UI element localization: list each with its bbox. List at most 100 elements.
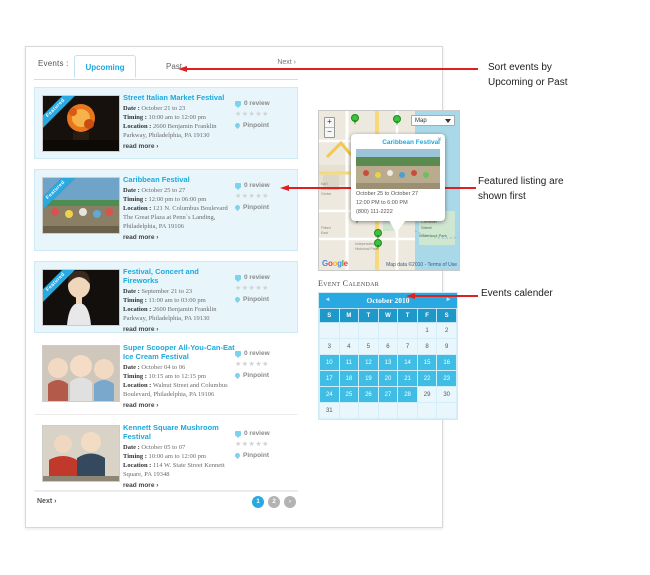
star-rating[interactable]: ★★★★★ <box>235 109 289 120</box>
star-rating[interactable]: ★★★★★ <box>235 359 289 370</box>
calendar-day-cell[interactable]: 25 <box>338 386 360 403</box>
event-thumbnail[interactable]: Featured <box>42 269 120 326</box>
calendar-empty-cell <box>358 402 379 419</box>
map-marker[interactable] <box>393 115 401 126</box>
review-count-label: 0 review <box>244 430 270 437</box>
event-title[interactable]: Street Italian Market Festival <box>123 93 235 102</box>
calendar-day-cell[interactable]: 18 <box>338 370 360 387</box>
event-title[interactable]: Festival, Concert and Fireworks <box>123 267 235 285</box>
page-button-1[interactable]: 1 <box>252 496 264 508</box>
map-zoom-control[interactable]: + − <box>324 117 335 138</box>
calendar-day-cell[interactable]: 20 <box>377 370 399 387</box>
page-next-button[interactable]: › <box>284 496 296 508</box>
next-link-bottom[interactable]: Next › <box>37 498 56 505</box>
calendar-day-cell[interactable]: 17 <box>319 370 340 387</box>
event-date-label: Date : <box>123 105 140 112</box>
calendar-day-cell[interactable]: 28 <box>397 386 418 403</box>
event-date-line: Date : October 21 to 23 <box>123 104 235 113</box>
calendar-day-cell[interactable]: 13 <box>377 354 399 371</box>
event-listing-row[interactable]: Featured Street Italian Market Festival … <box>34 87 298 159</box>
event-listing-row[interactable]: Super Scooper All-You-Can-Eat Ice Cream … <box>34 337 298 415</box>
pinpoint-row[interactable]: Pinpoint <box>233 294 289 305</box>
calendar-day-cell[interactable]: 21 <box>397 370 418 387</box>
info-window-time: 12:00 PM to 6:00 PM <box>356 200 408 206</box>
map-marker[interactable] <box>374 239 382 250</box>
review-count-row[interactable]: 0 review <box>235 348 289 359</box>
tab-upcoming[interactable]: Upcoming <box>74 55 136 78</box>
calendar-day-cell[interactable]: 26 <box>358 386 379 403</box>
event-listing-row[interactable]: Featured Festival, Concert and Fireworks… <box>34 261 298 333</box>
map-type-selector[interactable]: Map <box>411 115 455 126</box>
map-info-window[interactable]: ✕ Caribbean Festival October 25 to Octob… <box>351 134 445 233</box>
event-title[interactable]: Kennett Square Mushroom Festival <box>123 423 235 441</box>
event-location-line: Location : 2600 Benjamin Franklin Parkwa… <box>123 305 235 323</box>
calendar-day-cell[interactable]: 12 <box>358 354 379 371</box>
pinpoint-row[interactable]: Pinpoint <box>233 202 289 213</box>
calendar-day-cell[interactable]: 15 <box>416 354 438 371</box>
close-icon[interactable]: ✕ <box>437 136 442 143</box>
calendar-day-cell[interactable]: 14 <box>397 354 418 371</box>
calendar-day-cell[interactable]: 23 <box>436 370 457 387</box>
calendar-day-cell[interactable]: 2 <box>436 322 457 339</box>
calendar-day-cell[interactable]: 31 <box>319 402 340 419</box>
read-more-link[interactable]: read more › <box>123 482 235 489</box>
star-rating[interactable]: ★★★★★ <box>235 283 289 294</box>
event-info: Caribbean Festival Date : October 25 to … <box>123 175 235 241</box>
svg-text:East: East <box>321 231 328 235</box>
calendar-day-cell[interactable]: 19 <box>358 370 379 387</box>
calendar-day-cell[interactable]: 27 <box>377 386 399 403</box>
event-location-line: Location : 2600 Benjamin Franklin Parkwa… <box>123 122 235 140</box>
read-more-link[interactable]: read more › <box>123 143 235 150</box>
next-link-top[interactable]: Next › <box>277 59 296 66</box>
pinpoint-row[interactable]: Pinpoint <box>233 120 289 131</box>
event-title[interactable]: Caribbean Festival <box>123 175 235 184</box>
calendar-day-cell[interactable]: 22 <box>416 370 438 387</box>
event-meta: 0 review ★★★★★ Pinpoint <box>233 98 289 131</box>
calendar-week-row: 10 11 12 13 14 15 16 <box>319 354 457 371</box>
event-thumbnail[interactable]: Featured <box>42 95 120 152</box>
calendar-day-cell[interactable]: 11 <box>338 354 360 371</box>
pinpoint-row[interactable]: Pinpoint <box>233 370 289 381</box>
page-button-2[interactable]: 2 <box>268 496 280 508</box>
calendar-day-cell[interactable]: 4 <box>338 338 360 355</box>
calendar-day-cell[interactable]: 6 <box>377 338 399 355</box>
review-count-row[interactable]: 0 review <box>235 428 289 439</box>
event-meta: 0 review ★★★★★ Pinpoint <box>233 272 289 305</box>
pinpoint-row[interactable]: Pinpoint <box>233 450 289 461</box>
calendar-day-cell[interactable]: 1 <box>416 322 438 339</box>
calendar-day-cell[interactable]: 10 <box>319 354 340 371</box>
annotation-events-calendar-line1: Events calender <box>481 288 553 299</box>
read-more-link[interactable]: read more › <box>123 326 235 333</box>
calendar-day-cell[interactable]: 9 <box>436 338 457 355</box>
calendar-day-cell[interactable]: 29 <box>416 386 438 403</box>
read-more-link[interactable]: read more › <box>123 402 235 409</box>
calendar-day-cell[interactable]: 24 <box>319 386 340 403</box>
info-window-title[interactable]: Caribbean Festival <box>356 139 440 146</box>
calendar-day-cell[interactable]: 16 <box>436 354 457 371</box>
star-rating[interactable]: ★★★★★ <box>235 191 289 202</box>
map-marker[interactable] <box>351 114 359 125</box>
calendar-empty-cell <box>377 402 399 419</box>
calendar-day-cell[interactable]: 5 <box>358 338 379 355</box>
review-count-row[interactable]: 0 review <box>235 98 289 109</box>
event-listing-row[interactable]: Featured Caribbean Festival Date : Octob… <box>34 169 298 251</box>
calendar-day-name: T <box>397 308 418 323</box>
event-title[interactable]: Super Scooper All-You-Can-Eat Ice Cream … <box>123 343 235 361</box>
review-count-row[interactable]: 0 review <box>235 272 289 283</box>
event-calendar-heading: Event Calendar <box>318 279 380 288</box>
calendar-day-cell[interactable]: 30 <box>436 386 457 403</box>
event-thumbnail[interactable]: Featured <box>42 177 120 234</box>
event-listing-row[interactable]: Kennett Square Mushroom Festival Date : … <box>34 417 298 492</box>
map-terms-link[interactable]: Map data ©2010 - Terms of Use <box>386 262 457 268</box>
read-more-link[interactable]: read more › <box>123 234 235 241</box>
star-rating[interactable]: ★★★★★ <box>235 439 289 450</box>
calendar-day-cell[interactable]: 8 <box>416 338 438 355</box>
calendar-day-cell[interactable]: 7 <box>397 338 418 355</box>
calendar-prev-icon[interactable]: ◄ <box>324 297 331 304</box>
event-thumbnail[interactable] <box>42 425 120 482</box>
calendar-day-name: M <box>338 308 360 323</box>
map-zoom-out-button[interactable]: − <box>325 128 334 137</box>
speech-bubble-icon <box>235 431 241 438</box>
event-thumbnail[interactable] <box>42 345 120 402</box>
calendar-day-cell[interactable]: 3 <box>319 338 340 355</box>
